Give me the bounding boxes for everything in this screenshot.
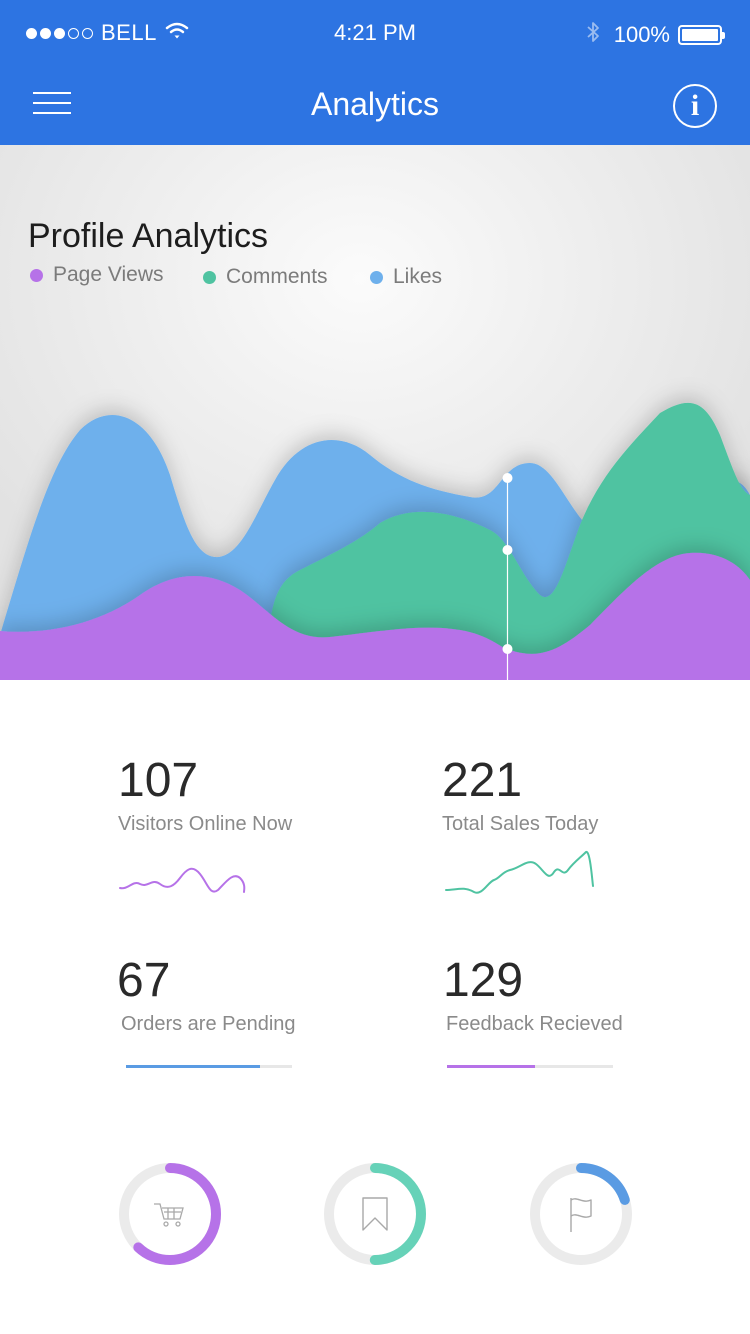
cursor-point-comments[interactable] xyxy=(502,545,513,555)
battery-percentage: 100% xyxy=(613,22,670,47)
bluetooth-icon xyxy=(586,20,600,50)
stat-visitors-online: 107 Visitors Online Now xyxy=(118,755,358,836)
progress-fill xyxy=(447,1065,535,1068)
bookmark-progress-ring[interactable] xyxy=(323,1162,427,1266)
battery-icon xyxy=(678,25,725,45)
stat-label: Feedback Recieved xyxy=(446,1013,623,1035)
legend-label: Likes xyxy=(393,265,443,288)
stat-total-sales: 221 Total Sales Today xyxy=(442,755,682,836)
stat-value: 129 xyxy=(443,954,524,1007)
stat-label: Total Sales Today xyxy=(442,813,599,835)
visitors-sparkline xyxy=(119,867,246,893)
profile-analytics-chart: Profile Analytics Page Views Comments Li… xyxy=(0,145,750,680)
legend-item-page-views[interactable]: Page Views xyxy=(30,263,164,287)
stat-feedback-received: 129 Feedback Recieved xyxy=(443,955,683,1036)
cart-icon xyxy=(154,1203,184,1227)
stat-orders-pending: 67 Orders are Pending xyxy=(117,955,357,1036)
legend-dot xyxy=(203,270,216,284)
feedback-progress-bar xyxy=(447,1065,613,1068)
stat-value: 67 xyxy=(117,954,171,1007)
cursor-point-likes[interactable] xyxy=(502,473,513,483)
flag-icon xyxy=(570,1198,592,1232)
stat-value: 107 xyxy=(118,754,199,807)
legend-label: Page Views xyxy=(53,263,164,286)
stat-label: Orders are Pending xyxy=(121,1013,296,1035)
cart-progress-ring[interactable] xyxy=(118,1162,222,1266)
progress-fill xyxy=(126,1065,261,1068)
orders-progress-bar xyxy=(126,1065,292,1068)
legend-item-likes[interactable]: Likes xyxy=(370,265,442,289)
legend-label: Comments xyxy=(226,265,328,288)
chart-legend: Page Views Comments Likes xyxy=(30,263,730,293)
legend-item-comments[interactable]: Comments xyxy=(203,265,328,289)
cursor-point-page-views[interactable] xyxy=(502,644,513,654)
legend-dot xyxy=(30,268,43,282)
legend-dot xyxy=(370,270,383,284)
flag-progress-ring[interactable] xyxy=(529,1162,633,1266)
app-header: BELL 4:21 PM 100% Analytics i xyxy=(0,0,750,145)
sales-sparkline xyxy=(445,850,594,894)
info-icon: i xyxy=(690,89,700,122)
page-title: Analytics xyxy=(310,86,440,122)
info-button[interactable]: i xyxy=(673,84,717,128)
bookmark-icon xyxy=(362,1197,388,1231)
chart-title: Profile Analytics xyxy=(28,217,268,255)
status-bar: BELL 4:21 PM 100% xyxy=(0,18,750,48)
stat-value: 221 xyxy=(442,754,523,807)
stat-label: Visitors Online Now xyxy=(118,813,293,835)
